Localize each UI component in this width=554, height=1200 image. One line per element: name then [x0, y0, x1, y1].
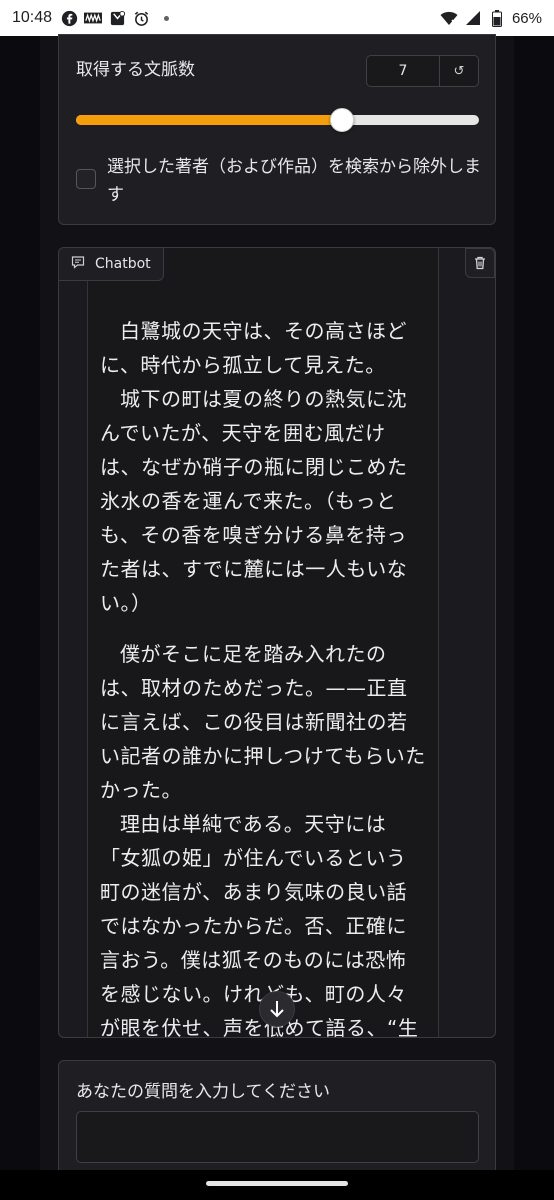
chatbot-tab-label: Chatbot — [95, 256, 151, 272]
more-notifications-dot — [164, 15, 170, 21]
question-input[interactable] — [76, 1111, 479, 1163]
battery-icon — [488, 9, 506, 27]
facebook-icon — [60, 9, 78, 27]
slider-thumb[interactable] — [329, 108, 354, 132]
battery-percent: 66% — [511, 9, 542, 27]
tablet-icon — [108, 9, 126, 27]
reset-button[interactable]: ↺ — [439, 55, 479, 87]
navigation-bar — [0, 1170, 554, 1200]
message-paragraph: 城下の町は夏の終りの熱気に沈んでいたが、天守を囲む風だけは、なぜか硝子の瓶に閉じ… — [100, 387, 408, 615]
chatbot-panel: Chatbot 白鷺城の天守は、その高さほどに、時代から孤立して見えた。 城下の… — [58, 247, 496, 1038]
settings-panel: 取得する文脈数 7 ↺ 選択した著者（および作品）を検索から除外します — [58, 34, 496, 225]
chatbot-tab: Chatbot — [59, 248, 164, 281]
status-time: 10:48 — [12, 9, 53, 26]
scroll-to-bottom-button[interactable] — [259, 991, 295, 1027]
message-paragraph: 僕がそこに足を踏み入れたのは、取材のためだった。——正直に言えば、この役目は新聞… — [100, 642, 426, 802]
home-gesture-handle[interactable] — [206, 1181, 348, 1186]
cell-signal-icon — [464, 9, 482, 27]
exclude-author-checkbox[interactable] — [76, 169, 96, 189]
news-app-icon — [84, 9, 103, 27]
context-count-label: 取得する文脈数 — [76, 60, 195, 80]
question-label: あなたの質問を入力してください — [76, 1082, 330, 1102]
context-count-input[interactable]: 7 — [366, 55, 440, 87]
status-bar: 10:48 66% — [0, 0, 554, 36]
notification-icons — [60, 9, 170, 27]
chat-icon — [71, 255, 85, 273]
alarm-icon — [132, 9, 150, 27]
wifi-icon — [440, 9, 458, 27]
bot-message: 白鷺城の天守は、その高さほどに、時代から孤立して見えた。 城下の町は夏の終りの熱… — [87, 248, 439, 1037]
context-count-slider[interactable] — [76, 108, 479, 132]
message-paragraph: 白鷺城の天守は、その高さほどに、時代から孤立して見えた。 — [100, 319, 407, 377]
system-icons: 66% — [440, 9, 542, 27]
slider-fill — [76, 115, 342, 125]
app-page: 取得する文脈数 7 ↺ 選択した著者（および作品）を検索から除外します Chat… — [40, 34, 514, 1200]
trash-icon — [475, 256, 485, 270]
exclude-author-label[interactable]: 選択した著者（および作品）を検索から除外します — [107, 153, 487, 209]
clear-chat-button[interactable] — [465, 248, 495, 278]
arrow-down-icon — [270, 1001, 284, 1018]
